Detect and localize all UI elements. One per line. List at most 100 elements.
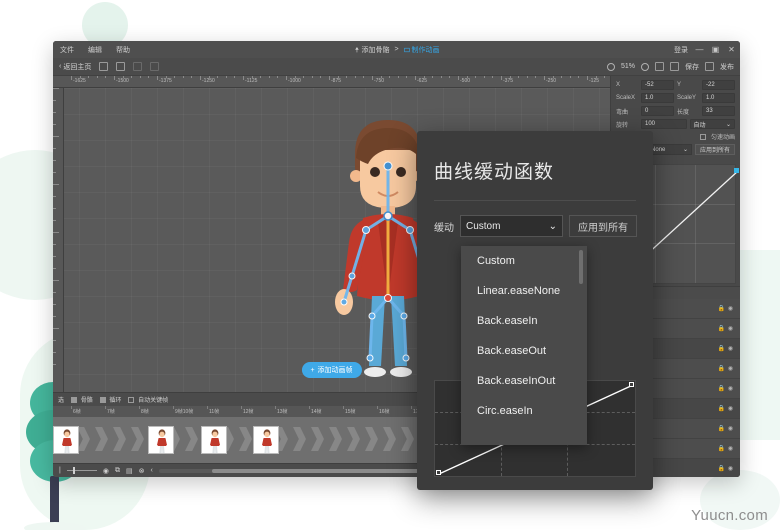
menu-item-edit[interactable]: 编辑	[81, 45, 109, 55]
keyframe-thumbnail[interactable]	[253, 426, 279, 454]
apply-all-button[interactable]: 应用到所有	[695, 144, 735, 155]
eye-icon[interactable]: ◉	[726, 325, 735, 332]
eye-icon[interactable]: ◉	[726, 305, 735, 312]
step-make-animation[interactable]: 制作动画	[404, 45, 440, 55]
lock-icon[interactable]: 🔒	[717, 385, 726, 392]
lock-icon[interactable]: 🔒	[717, 305, 726, 312]
lock-icon[interactable]: 🔒	[717, 345, 726, 352]
copy-icon[interactable]	[99, 62, 108, 71]
step-add-bone[interactable]: 添加骨骼	[353, 45, 389, 55]
lock-icon[interactable]: 🔒	[717, 425, 726, 432]
lock-icon[interactable]: 🔒	[717, 365, 726, 372]
vruler-tick	[53, 112, 56, 113]
property-row-rotation-auto: 旋转 100 自动 ⌄	[616, 119, 735, 129]
timeline-tick	[411, 406, 412, 409]
save-button[interactable]: 保存	[685, 62, 699, 72]
keyframe-thumbnail[interactable]	[201, 426, 227, 454]
modal-ease-select[interactable]: Custom ⌄	[460, 215, 563, 237]
dropdown-option[interactable]: Circ.easeIn	[461, 396, 587, 426]
horizontal-ruler: -1625-1500-1375-1250-1125-1000-875-750-6…	[53, 76, 610, 88]
dropdown-option[interactable]: Back.easeIn	[461, 306, 587, 336]
menu-item-file[interactable]: 文件	[53, 45, 81, 55]
publish-icon[interactable]	[705, 62, 714, 71]
close-icon[interactable]: ✕	[727, 45, 736, 54]
login-button[interactable]: 登录	[674, 45, 688, 55]
eye-icon[interactable]: ◉	[726, 465, 735, 472]
property-value-scaley[interactable]: 1.0	[702, 93, 735, 103]
dropdown-option[interactable]: Custom	[461, 246, 587, 276]
ruler-tick	[544, 76, 545, 80]
ruler-minor-tick	[492, 76, 493, 78]
onion-icon[interactable]: ◉	[103, 467, 109, 475]
curve-handle-start[interactable]	[436, 470, 441, 475]
ruler-minor-tick	[484, 76, 485, 78]
vruler-tick	[53, 100, 56, 101]
add-frame-button[interactable]: + 添加动画帧	[301, 362, 361, 378]
eye-icon[interactable]: ◉	[726, 365, 735, 372]
lock-icon[interactable]: 🔒	[717, 325, 726, 332]
lock-icon[interactable]: 🔒	[717, 465, 726, 472]
eye-icon[interactable]: ◉	[726, 425, 735, 432]
dropdown-scrollbar[interactable]	[579, 250, 583, 284]
menu-item-help[interactable]: 帮助	[109, 45, 137, 55]
fit-icon[interactable]	[655, 62, 664, 71]
curve-handle-end[interactable]	[629, 382, 634, 387]
timeline-checkbox-bone[interactable]: 骨骼	[71, 395, 93, 404]
eye-icon[interactable]: ◉	[726, 405, 735, 412]
eye-icon[interactable]: ◉	[726, 385, 735, 392]
publish-button[interactable]: 发布	[720, 62, 734, 72]
keyframe-thumbnail[interactable]	[148, 426, 174, 454]
target-icon[interactable]	[641, 63, 649, 71]
modal-ease-value: Custom	[466, 221, 500, 232]
maximize-icon[interactable]: ▣	[711, 45, 720, 54]
slider-knob[interactable]	[73, 467, 75, 474]
zoom-out-icon[interactable]	[607, 63, 615, 71]
keyframe-character-icon	[254, 427, 279, 454]
dropdown-option[interactable]: Linear.easeNone	[461, 276, 587, 306]
redo-icon[interactable]	[150, 62, 159, 71]
uniform-speed-label: 匀速动画	[711, 132, 735, 141]
lock-icon[interactable]: 🔒	[717, 405, 726, 412]
timeline-checkbox-loop[interactable]: 循环	[100, 395, 122, 404]
property-select-auto[interactable]: 自动 ⌄	[690, 119, 736, 129]
property-value-scalex[interactable]: 1.0	[641, 93, 674, 103]
eye-icon[interactable]: ◉	[726, 345, 735, 352]
lock-icon[interactable]: 🔒	[717, 445, 726, 452]
zoom-minus-icon[interactable]: |	[59, 467, 61, 474]
ruler-minor-tick	[269, 76, 270, 78]
property-value-x[interactable]: -52	[641, 80, 674, 90]
step-add-bone-label: 添加骨骼	[361, 45, 389, 55]
paste-icon[interactable]	[116, 62, 125, 71]
modal-apply-all-button[interactable]: 应用到所有	[569, 215, 637, 237]
property-value-y[interactable]: -22	[702, 80, 735, 90]
scroll-left-icon[interactable]: ‹	[150, 467, 152, 474]
dropdown-option[interactable]: Back.easeOut	[461, 336, 587, 366]
ruler-minor-tick	[338, 76, 339, 78]
property-value-bend[interactable]: 0	[641, 106, 674, 116]
ruler-tick	[587, 76, 588, 80]
minimize-icon[interactable]: —	[695, 45, 704, 54]
tween-chevron	[113, 427, 126, 451]
keyframe-thumbnail[interactable]	[53, 426, 79, 454]
eye-icon[interactable]: ◉	[726, 445, 735, 452]
save-icon[interactable]	[670, 62, 679, 71]
ruler-tick	[71, 76, 72, 80]
timeline-zoom-slider[interactable]	[67, 470, 97, 471]
curve-handle-end[interactable]	[734, 168, 739, 173]
vruler-tick	[53, 292, 56, 293]
delete-frame-icon[interactable]: ⊗	[139, 467, 145, 475]
timeline-frame-label: 13帧	[277, 408, 288, 415]
easing-dropdown-list[interactable]: CustomLinear.easeNoneBack.easeInBack.eas…	[461, 246, 587, 445]
property-value-rotation[interactable]: 100	[641, 119, 687, 129]
copy-frame-icon[interactable]: ⧉	[115, 467, 120, 475]
dropdown-option[interactable]: Back.easeInOut	[461, 366, 587, 396]
property-value-length[interactable]: 33	[702, 106, 735, 116]
ruler-tick	[200, 76, 201, 80]
back-home-button[interactable]: ‹ 返回主页	[59, 62, 91, 72]
timeline-checkbox-autokey[interactable]: 自动关键帧	[128, 395, 168, 404]
ruler-label: -1375	[159, 78, 172, 84]
ruler-minor-tick	[277, 76, 278, 78]
undo-icon[interactable]	[133, 62, 142, 71]
paste-frame-icon[interactable]: ▤	[126, 467, 133, 475]
keyframe-character-icon	[149, 427, 174, 454]
